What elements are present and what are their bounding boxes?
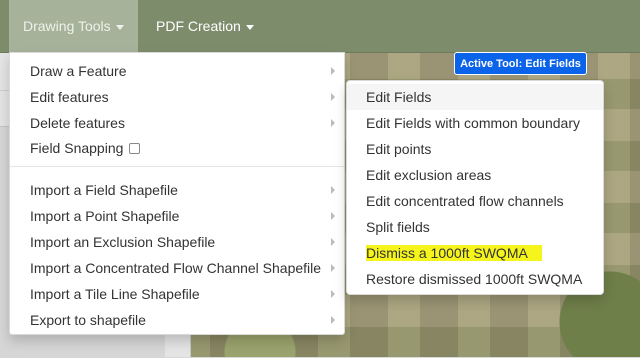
active-tool-badge: Active Tool: Edit Fields — [454, 52, 587, 75]
chevron-right-icon — [331, 290, 335, 298]
submenu-item-edit-points[interactable]: Edit points — [347, 136, 603, 162]
menu-item-import-exclusion-shapefile[interactable]: Import an Exclusion Shapefile — [10, 229, 344, 255]
submenu-item-edit-common-boundary[interactable]: Edit Fields with common boundary — [347, 110, 603, 136]
menu-item-label: Import a Tile Line Shapefile — [30, 286, 200, 302]
chevron-right-icon — [331, 316, 335, 324]
menu-divider — [10, 166, 344, 167]
chevron-right-icon — [331, 186, 335, 194]
submenu-item-edit-fields[interactable]: Edit Fields — [347, 84, 603, 110]
submenu-item-dismiss-swqma[interactable]: Dismiss a 1000ft SWQMA — [347, 240, 603, 266]
edit-features-submenu: Edit Fields Edit Fields with common boun… — [346, 80, 604, 295]
drawing-tools-menu-toggle[interactable]: Drawing Tools — [9, 0, 138, 52]
submenu-item-restore-swqma[interactable]: Restore dismissed 1000ft SWQMA — [347, 266, 603, 292]
menu-item-import-point-shapefile[interactable]: Import a Point Shapefile — [10, 203, 344, 229]
menu-item-export-shapefile[interactable]: Export to shapefile — [10, 307, 344, 333]
pdf-creation-label: PDF Creation — [156, 18, 241, 34]
drawing-tools-dropdown: Draw a Feature Edit features Delete feat… — [9, 52, 345, 335]
drawing-tools-label: Drawing Tools — [23, 18, 111, 34]
menu-item-delete-features[interactable]: Delete features — [10, 110, 344, 136]
menu-item-label: Export to shapefile — [30, 312, 146, 328]
chevron-right-icon — [331, 212, 335, 220]
submenu-item-label: Restore dismissed 1000ft SWQMA — [366, 271, 583, 287]
menu-item-import-tile-line-shapefile[interactable]: Import a Tile Line Shapefile — [10, 281, 344, 307]
menu-item-label: Field Snapping — [30, 140, 124, 156]
menu-item-edit-features[interactable]: Edit features — [10, 84, 344, 110]
chevron-right-icon — [331, 119, 335, 127]
submenu-item-edit-exclusion-areas[interactable]: Edit exclusion areas — [347, 162, 603, 188]
menu-item-field-snapping[interactable]: Field Snapping — [10, 135, 344, 161]
menu-item-label: Draw a Feature — [30, 63, 127, 79]
chevron-right-icon — [331, 264, 335, 272]
caret-down-icon — [245, 24, 254, 30]
menu-item-label: Delete features — [30, 115, 125, 131]
submenu-item-label: Edit Fields with common boundary — [366, 115, 580, 131]
chevron-right-icon — [331, 67, 335, 75]
submenu-item-label: Edit Fields — [366, 89, 432, 105]
menu-item-draw-feature[interactable]: Draw a Feature — [10, 58, 344, 84]
menu-item-label: Edit features — [30, 89, 109, 105]
submenu-item-label: Edit concentrated flow channels — [366, 193, 564, 209]
menu-item-label: Import a Concentrated Flow Channel Shape… — [30, 260, 322, 276]
menu-item-label: Import a Point Shapefile — [30, 208, 180, 224]
field-snapping-checkbox[interactable] — [129, 143, 141, 154]
submenu-item-label: Edit exclusion areas — [366, 167, 492, 183]
menu-item-label: Import a Field Shapefile — [30, 182, 178, 198]
submenu-item-label: Edit points — [366, 141, 432, 157]
menu-item-import-flow-channel-shapefile[interactable]: Import a Concentrated Flow Channel Shape… — [10, 255, 344, 281]
caret-down-icon — [115, 24, 124, 30]
chevron-right-icon — [331, 93, 335, 101]
top-navbar: Drawing Tools PDF Creation — [0, 0, 640, 53]
submenu-item-label: Dismiss a 1000ft SWQMA — [366, 245, 542, 261]
submenu-item-split-fields[interactable]: Split fields — [347, 214, 603, 240]
menu-item-label: Import an Exclusion Shapefile — [30, 234, 216, 250]
menu-item-import-field-shapefile[interactable]: Import a Field Shapefile — [10, 177, 344, 203]
chevron-right-icon — [331, 238, 335, 246]
pdf-creation-menu-toggle[interactable]: PDF Creation — [142, 0, 268, 52]
submenu-item-edit-flow-channels[interactable]: Edit concentrated flow channels — [347, 188, 603, 214]
submenu-item-label: Split fields — [366, 219, 430, 235]
